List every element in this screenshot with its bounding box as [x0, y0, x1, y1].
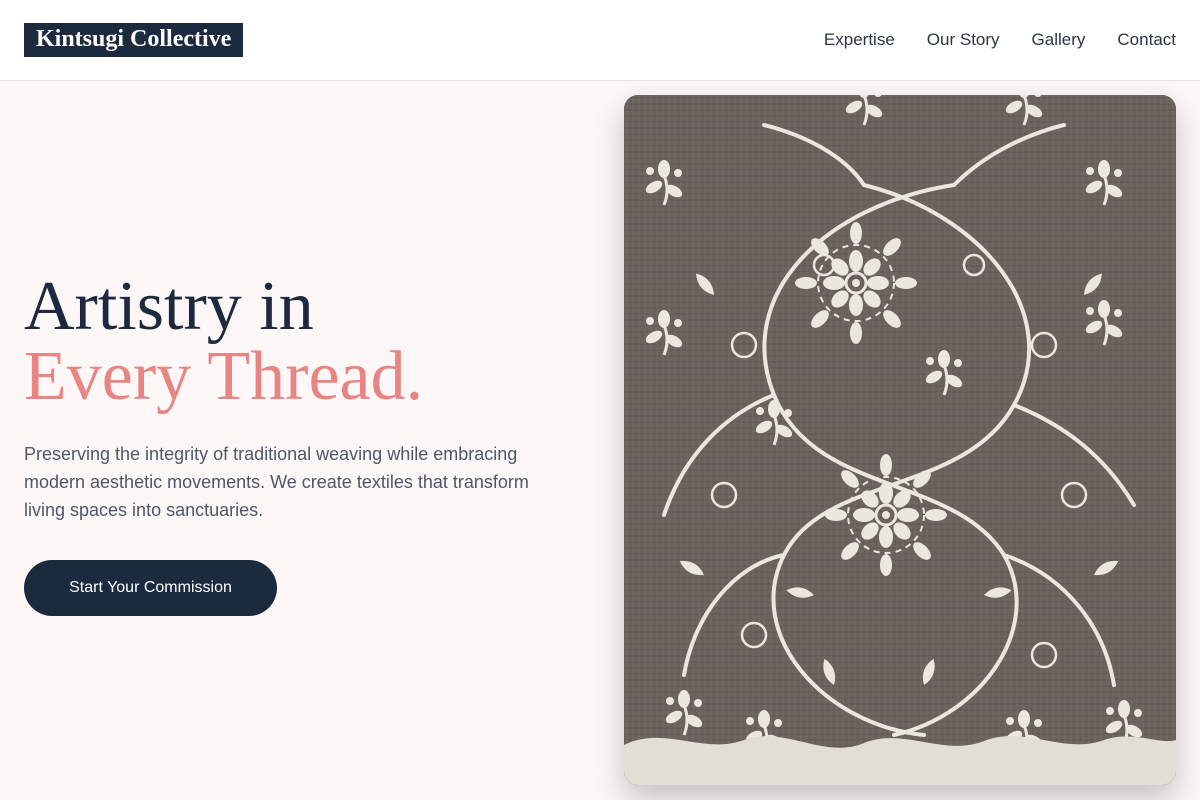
nav-link-gallery[interactable]: Gallery — [1032, 30, 1086, 50]
top-navigation: Kintsugi Collective Expertise Our Story … — [0, 0, 1200, 81]
start-commission-button[interactable]: Start Your Commission — [24, 560, 277, 616]
hero-textile-image — [624, 95, 1176, 785]
nav-link-our-story[interactable]: Our Story — [927, 30, 1000, 50]
hero-description: Preserving the integrity of traditional … — [24, 444, 529, 520]
brand-logo[interactable]: Kintsugi Collective — [24, 23, 244, 57]
nav-links: Expertise Our Story Gallery Contact — [824, 30, 1176, 50]
textile-pattern-illustration — [624, 95, 1176, 785]
hero-headline: Artistry in Every Thread. — [24, 272, 564, 412]
nav-link-expertise[interactable]: Expertise — [824, 30, 895, 50]
hero-headline-line1: Artistry in — [24, 268, 314, 345]
hero-headline-line2: Every Thread. — [24, 338, 424, 415]
hero-content: Artistry in Every Thread. Preserving the… — [24, 272, 564, 616]
nav-link-contact[interactable]: Contact — [1117, 30, 1176, 50]
